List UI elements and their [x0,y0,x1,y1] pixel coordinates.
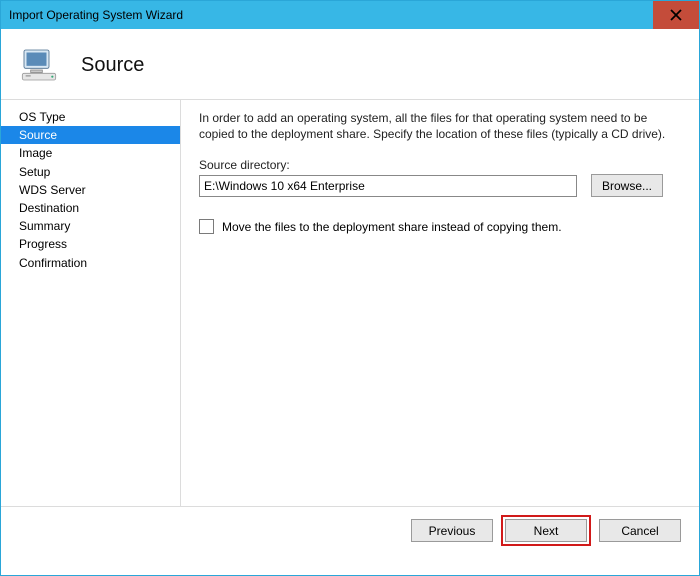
sidebar-item-destination[interactable]: Destination [1,199,180,217]
next-button[interactable]: Next [505,519,587,542]
sidebar-item-label: Progress [19,237,67,251]
source-directory-label: Source directory: [199,158,681,172]
source-directory-input[interactable] [199,175,577,197]
move-files-checkbox[interactable] [199,219,214,234]
sidebar-item-label: Destination [19,201,79,215]
cancel-button[interactable]: Cancel [599,519,681,542]
page-title: Source [81,54,144,77]
sidebar-item-confirmation[interactable]: Confirmation [1,254,180,272]
close-icon [670,9,682,21]
sidebar-item-wds-server[interactable]: WDS Server [1,181,180,199]
instructions-text: In order to add an operating system, all… [199,110,681,142]
sidebar-item-label: WDS Server [19,183,86,197]
computer-icon [19,45,59,85]
sidebar-item-os-type[interactable]: OS Type [1,108,180,126]
close-button[interactable] [653,1,699,29]
sidebar-item-label: Confirmation [19,256,87,270]
sidebar-item-setup[interactable]: Setup [1,163,180,181]
window-title: Import Operating System Wizard [9,8,183,22]
wizard-header: Source [1,29,699,100]
sidebar-item-label: OS Type [19,110,65,124]
titlebar: Import Operating System Wizard [1,1,699,29]
sidebar-item-label: Setup [19,165,50,179]
sidebar-item-image[interactable]: Image [1,144,180,162]
step-sidebar: OS Type Source Image Setup WDS Server De… [1,100,181,506]
source-directory-row: Browse... [199,174,681,197]
sidebar-item-label: Summary [19,219,70,233]
next-button-highlight: Next [501,515,591,546]
sidebar-item-label: Image [19,146,52,160]
main-panel: In order to add an operating system, all… [181,100,699,506]
sidebar-item-progress[interactable]: Progress [1,235,180,253]
browse-button[interactable]: Browse... [591,174,663,197]
wizard-body: OS Type Source Image Setup WDS Server De… [1,100,699,506]
wizard-footer: Previous Next Cancel [1,506,699,554]
previous-button[interactable]: Previous [411,519,493,542]
sidebar-item-summary[interactable]: Summary [1,217,180,235]
move-files-label: Move the files to the deployment share i… [222,220,562,234]
sidebar-item-label: Source [19,128,57,142]
move-files-row: Move the files to the deployment share i… [199,219,681,234]
sidebar-item-source[interactable]: Source [1,126,180,144]
